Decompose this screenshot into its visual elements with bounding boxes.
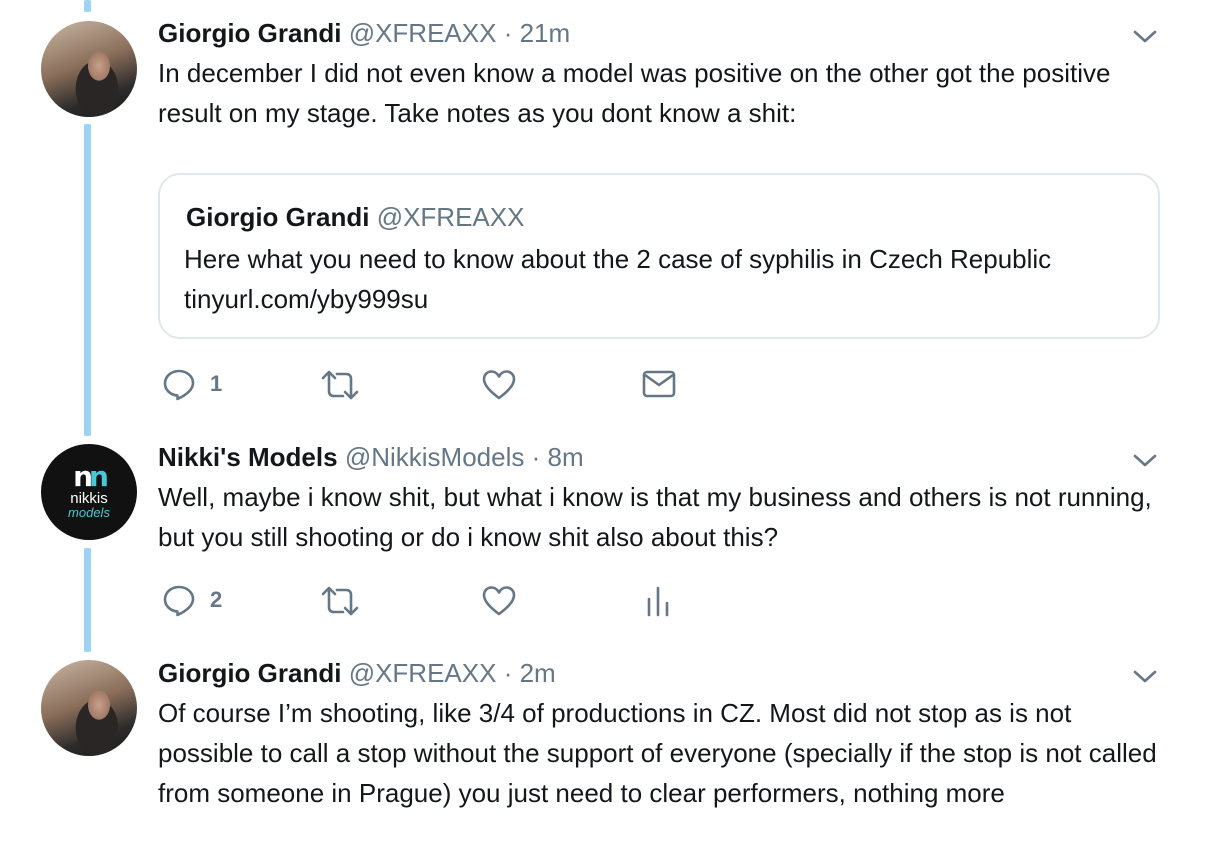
avatar[interactable]: nn nikkis models [41, 444, 137, 540]
quoted-display-name: Giorgio Grandi [186, 202, 370, 232]
reply-icon [163, 585, 195, 617]
quoted-user-handle: @XFREAXX [376, 202, 525, 232]
logo-text: models [68, 505, 110, 520]
tweet-text: Of course I’m shooting, like 3/4 of prod… [158, 698, 1157, 808]
display-name[interactable]: Giorgio Grandi [158, 658, 341, 688]
analytics-button[interactable] [646, 585, 670, 617]
direct-message-button[interactable] [642, 369, 676, 399]
analytics-icon [647, 586, 669, 617]
retweet-button[interactable] [320, 369, 360, 401]
logo-text: nikkis [70, 490, 108, 507]
separator: · [503, 18, 513, 48]
display-name[interactable]: Giorgio Grandi [158, 18, 341, 48]
reply-count: 1 [210, 371, 223, 396]
nikkis-models-logo-icon: nn [73, 460, 109, 493]
display-name[interactable]: Nikki's Models [158, 442, 338, 472]
retweet-button[interactable] [320, 585, 360, 617]
retweet-icon [321, 370, 359, 400]
avatar[interactable] [41, 660, 137, 756]
separator: · [531, 442, 541, 472]
chevron-down-icon[interactable] [1131, 22, 1159, 50]
timestamp[interactable]: 21m [520, 18, 571, 48]
chevron-down-icon[interactable] [1131, 446, 1159, 474]
like-button[interactable] [482, 369, 516, 401]
timestamp[interactable]: 2m [520, 658, 556, 688]
retweet-icon [321, 586, 359, 616]
reply-button[interactable]: 2 [162, 583, 222, 617]
chevron-down-icon[interactable] [1131, 662, 1159, 690]
tweet-header: Giorgio Grandi @XFREAXX · 2m [158, 657, 556, 689]
reply-icon [163, 369, 195, 401]
user-handle[interactable]: @XFREAXX [349, 18, 497, 48]
quoted-tweet-header: Giorgio Grandi @XFREAXX [186, 201, 524, 233]
heart-icon [482, 586, 516, 616]
tweet-text: In december I did not even know a model … [158, 58, 1111, 128]
tweet-header: Giorgio Grandi @XFREAXX · 21m [158, 17, 570, 49]
separator: · [503, 658, 513, 688]
thread-line [84, 548, 91, 652]
timestamp[interactable]: 8m [548, 442, 584, 472]
user-handle[interactable]: @NikkisModels [345, 442, 525, 472]
reply-count: 2 [210, 587, 223, 612]
quoted-tweet[interactable]: Giorgio Grandi @XFREAXX Here what you ne… [158, 173, 1160, 339]
heart-icon [482, 370, 516, 400]
avatar[interactable] [41, 21, 137, 117]
envelope-icon [642, 370, 676, 398]
reply-button[interactable]: 1 [162, 367, 222, 401]
thread-line [84, 0, 91, 12]
user-handle[interactable]: @XFREAXX [349, 658, 497, 688]
tweet-header: Nikki's Models @NikkisModels · 8m [158, 441, 584, 473]
tweet-text: Well, maybe i know shit, but what i know… [158, 482, 1152, 552]
thread-line [84, 124, 91, 436]
like-button[interactable] [482, 585, 516, 617]
quoted-tweet-text: Here what you need to know about the 2 c… [184, 244, 1052, 314]
